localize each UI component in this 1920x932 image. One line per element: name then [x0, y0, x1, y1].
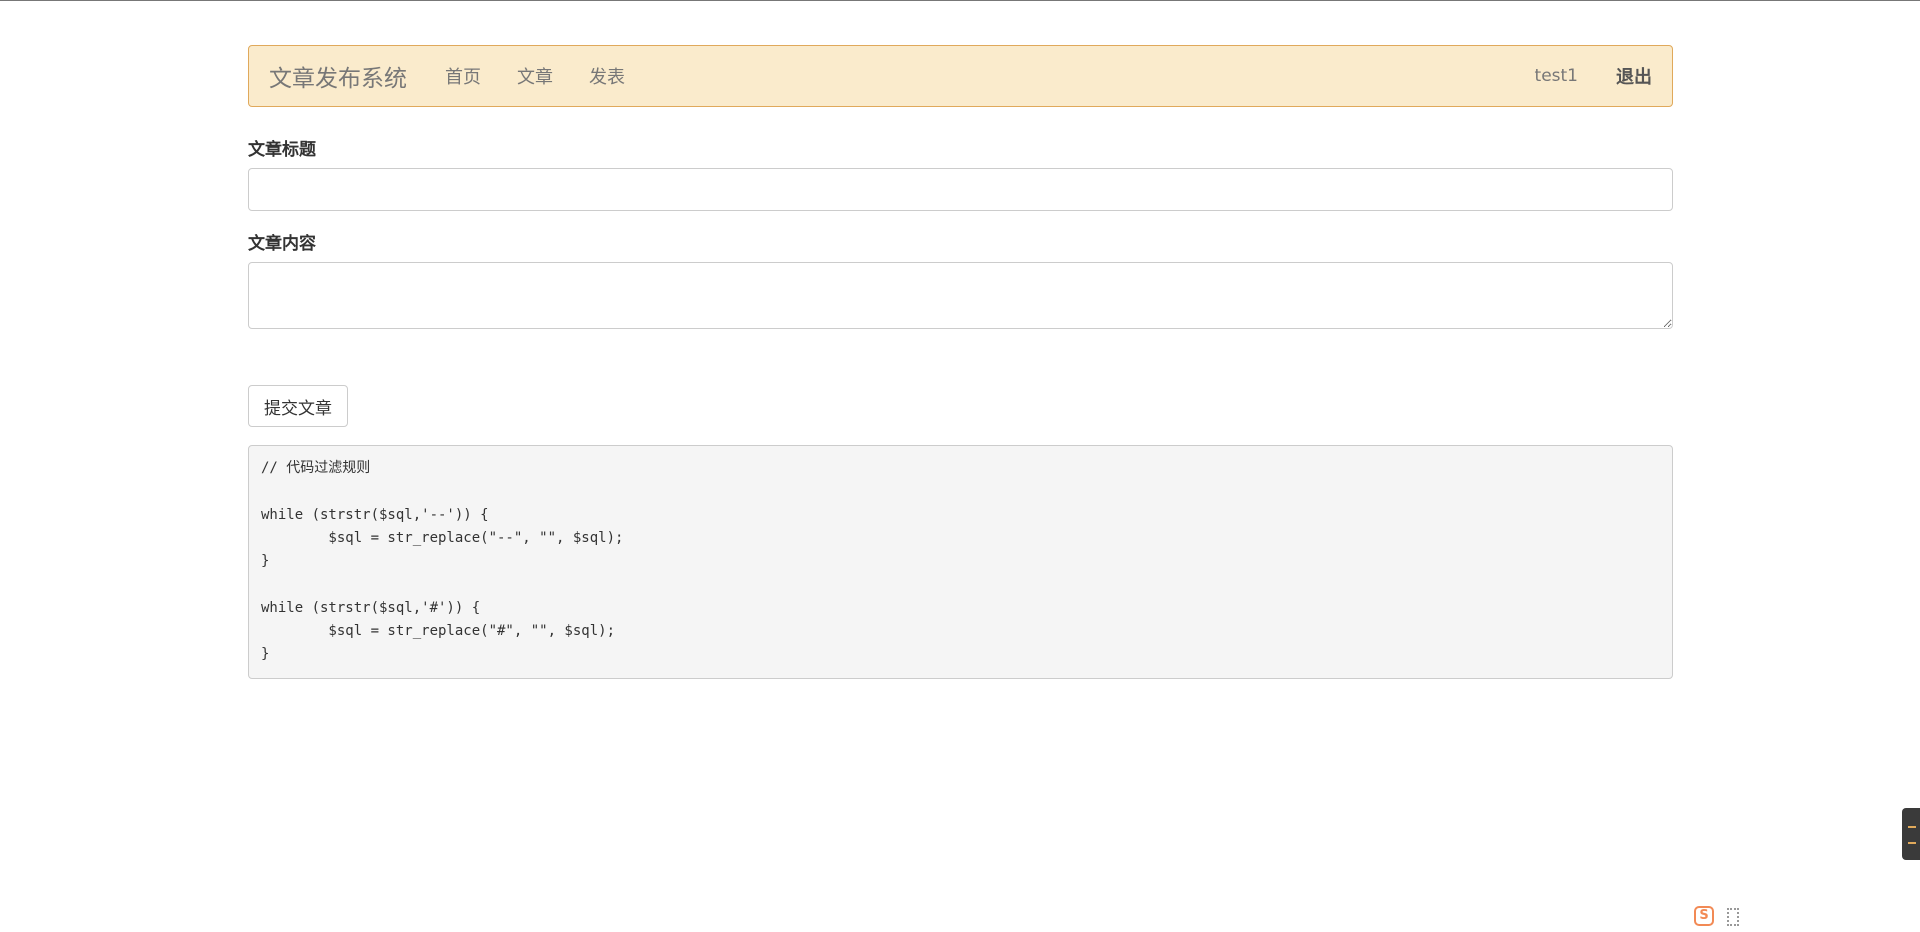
navbar: 文章发布系统 首页 文章 发表 test1 退出	[248, 45, 1673, 107]
code-line: while (strstr($sql,'--')) {	[261, 506, 489, 523]
code-line: }	[261, 646, 270, 663]
nav-item-articles[interactable]: 文章	[499, 63, 571, 89]
main-container: 文章发布系统 首页 文章 发表 test1 退出 文章标题 文章内容 提交文章 …	[248, 45, 1673, 679]
nav-item-home[interactable]: 首页	[427, 63, 499, 89]
filter-rules-code-block: // 代码过滤规则 while (strstr($sql,'--')) { $s…	[248, 445, 1673, 679]
username-label[interactable]: test1	[1535, 66, 1578, 86]
logout-link[interactable]: 退出	[1616, 63, 1652, 89]
submit-article-button[interactable]: 提交文章	[248, 385, 348, 427]
code-line: $sql = str_replace("#", "", $sql);	[261, 623, 616, 640]
side-panel-bar	[1908, 842, 1916, 844]
code-line: while (strstr($sql,'#')) {	[261, 599, 481, 616]
nav-item-publish[interactable]: 发表	[571, 63, 643, 89]
code-line: // 代码过滤规则	[261, 460, 371, 476]
expand-icon[interactable]	[1727, 908, 1739, 926]
content-textarea[interactable]	[248, 262, 1673, 329]
nav-user-area: test1 退出	[1535, 63, 1652, 89]
code-line: $sql = str_replace("--", "", $sql);	[261, 529, 624, 546]
side-panel-bar	[1908, 826, 1916, 828]
title-label: 文章标题	[248, 140, 316, 160]
sohu-input-icon[interactable]: S	[1694, 906, 1714, 926]
brand-link[interactable]: 文章发布系统	[269, 59, 407, 93]
nav-links: 首页 文章 发表	[427, 63, 643, 89]
side-panel-icon[interactable]	[1902, 808, 1920, 860]
top-border-line	[0, 0, 1920, 1]
title-input[interactable]	[248, 168, 1673, 211]
code-line: }	[261, 553, 270, 570]
content-label: 文章内容	[248, 234, 316, 254]
